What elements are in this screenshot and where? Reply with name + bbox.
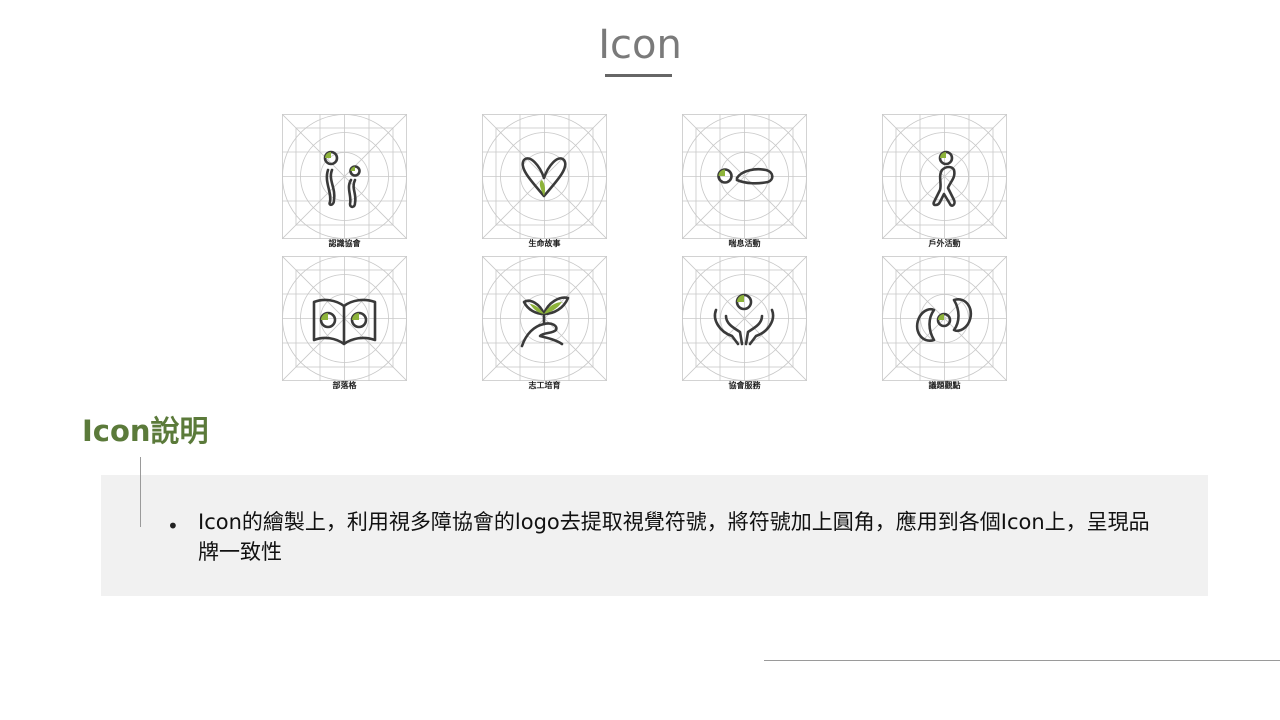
slide-title: Icon: [598, 22, 682, 68]
icon-label: 議題觀點: [928, 381, 961, 390]
vertical-divider: [140, 457, 141, 527]
icon-label: 部落格: [332, 381, 357, 390]
bullet-point: •: [167, 514, 179, 538]
walking-figure-icon: [882, 114, 1007, 239]
hand-sprout-icon: [482, 256, 607, 381]
bottom-divider: [764, 660, 1280, 661]
supporting-hands-icon: [682, 256, 807, 381]
description-text: Icon的繪製上，利用視多障協會的logo去提取視覺符號，將符號加上圓角，應用到…: [198, 510, 1150, 564]
title-underline: [605, 74, 672, 77]
icon-label: 志工培育: [528, 381, 561, 390]
icon-label: 認識協會: [328, 239, 361, 248]
swirl-figure-icon: [882, 256, 1007, 381]
two-figures-icon: [282, 114, 407, 239]
icon-label: 協會服務: [728, 381, 761, 390]
heart-sprout-icon: [482, 114, 607, 239]
icon-label: 戶外活動: [928, 239, 961, 248]
open-book-icon: [282, 256, 407, 381]
icon-label: 喘息活動: [728, 239, 761, 248]
resting-figure-icon: [682, 114, 807, 239]
section-title: Icon說明: [82, 414, 209, 448]
icon-label: 生命故事: [528, 239, 561, 248]
